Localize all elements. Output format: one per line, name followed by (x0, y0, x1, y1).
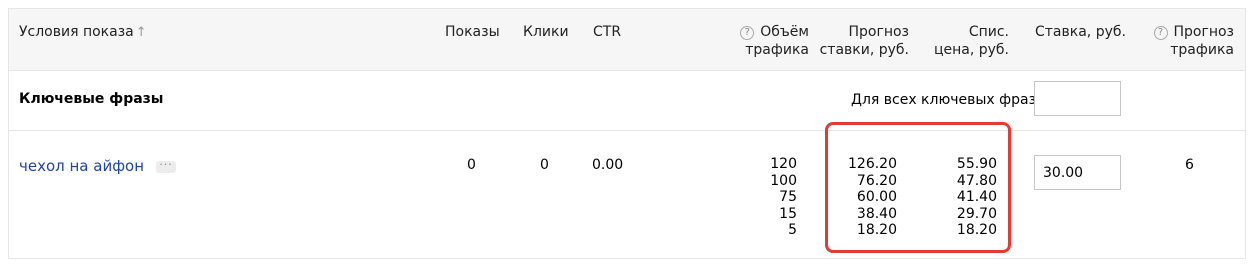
traffic-volume-item: 5 (788, 222, 797, 238)
conditions-header-label: Условия показа (19, 24, 134, 40)
bid-header: Ставка, руб. (1035, 24, 1126, 40)
forecast-bid-header: Прогноз ставки, руб. (809, 23, 909, 59)
table-header: Условия показа ↑ Показы Клики CTR ? Объём … (9, 9, 1245, 71)
traffic-volume-header: ? Объём трафика (709, 23, 809, 59)
table-row: чехол на айфон ··· 0 0 0.00 120 100 75 1… (9, 131, 1245, 259)
traffic-volume-item: 75 (779, 189, 797, 205)
traffic-forecast-header: ? Прогноз трафика (1134, 23, 1234, 59)
bids-table: Условия показа ↑ Показы Клики CTR ? Объём … (8, 8, 1246, 259)
forecast-highlight-frame (825, 122, 1011, 253)
traffic-volume-item: 100 (770, 172, 797, 189)
group-row: Ключевые фразы Для всех ключевых фраз: (9, 71, 1245, 131)
traffic-volume-item: 120 (770, 156, 797, 172)
sort-arrow-icon[interactable]: ↑ (136, 25, 147, 40)
all-phrases-label: Для всех ключевых фраз: (851, 92, 1041, 108)
shows-value: 0 (467, 157, 476, 173)
clicks-value: 0 (540, 157, 549, 173)
bid-input[interactable] (1034, 155, 1121, 190)
ctr-value: 0.00 (592, 157, 624, 173)
keyword-phrase-link[interactable]: чехол на айфон (19, 157, 144, 175)
traffic-forecast-value: 6 (1185, 157, 1194, 173)
forecast-bid-header-line2: ставки, руб. (819, 42, 909, 58)
help-icon[interactable]: ? (1153, 26, 1168, 40)
charge-price-header: Спис. цена, руб. (909, 23, 1009, 59)
ctr-header[interactable]: CTR (593, 23, 621, 41)
forecast-bid-header-line1: Прогноз (848, 24, 910, 40)
traffic-volume-header-line1: Объём (760, 24, 809, 40)
help-icon[interactable]: ? (740, 26, 755, 40)
traffic-volume-item: 15 (779, 205, 797, 222)
charge-price-header-line2: цена, руб. (933, 42, 1009, 58)
group-title: Ключевые фразы (19, 91, 164, 107)
traffic-forecast-header-line1: Прогноз (1173, 24, 1235, 40)
all-phrases-bid-input[interactable] (1034, 81, 1121, 116)
conditions-header[interactable]: Условия показа ↑ (19, 23, 147, 42)
shows-header[interactable]: Показы (445, 23, 500, 41)
clicks-header[interactable]: Клики (523, 23, 569, 41)
traffic-volume-header-line2: трафика (745, 42, 809, 58)
charge-price-header-line1: Спис. (968, 24, 1009, 40)
traffic-volume-list: 120 100 75 15 5 (709, 156, 797, 239)
more-options-icon[interactable]: ··· (156, 159, 176, 173)
traffic-forecast-header-line2: трафика (1170, 42, 1234, 58)
